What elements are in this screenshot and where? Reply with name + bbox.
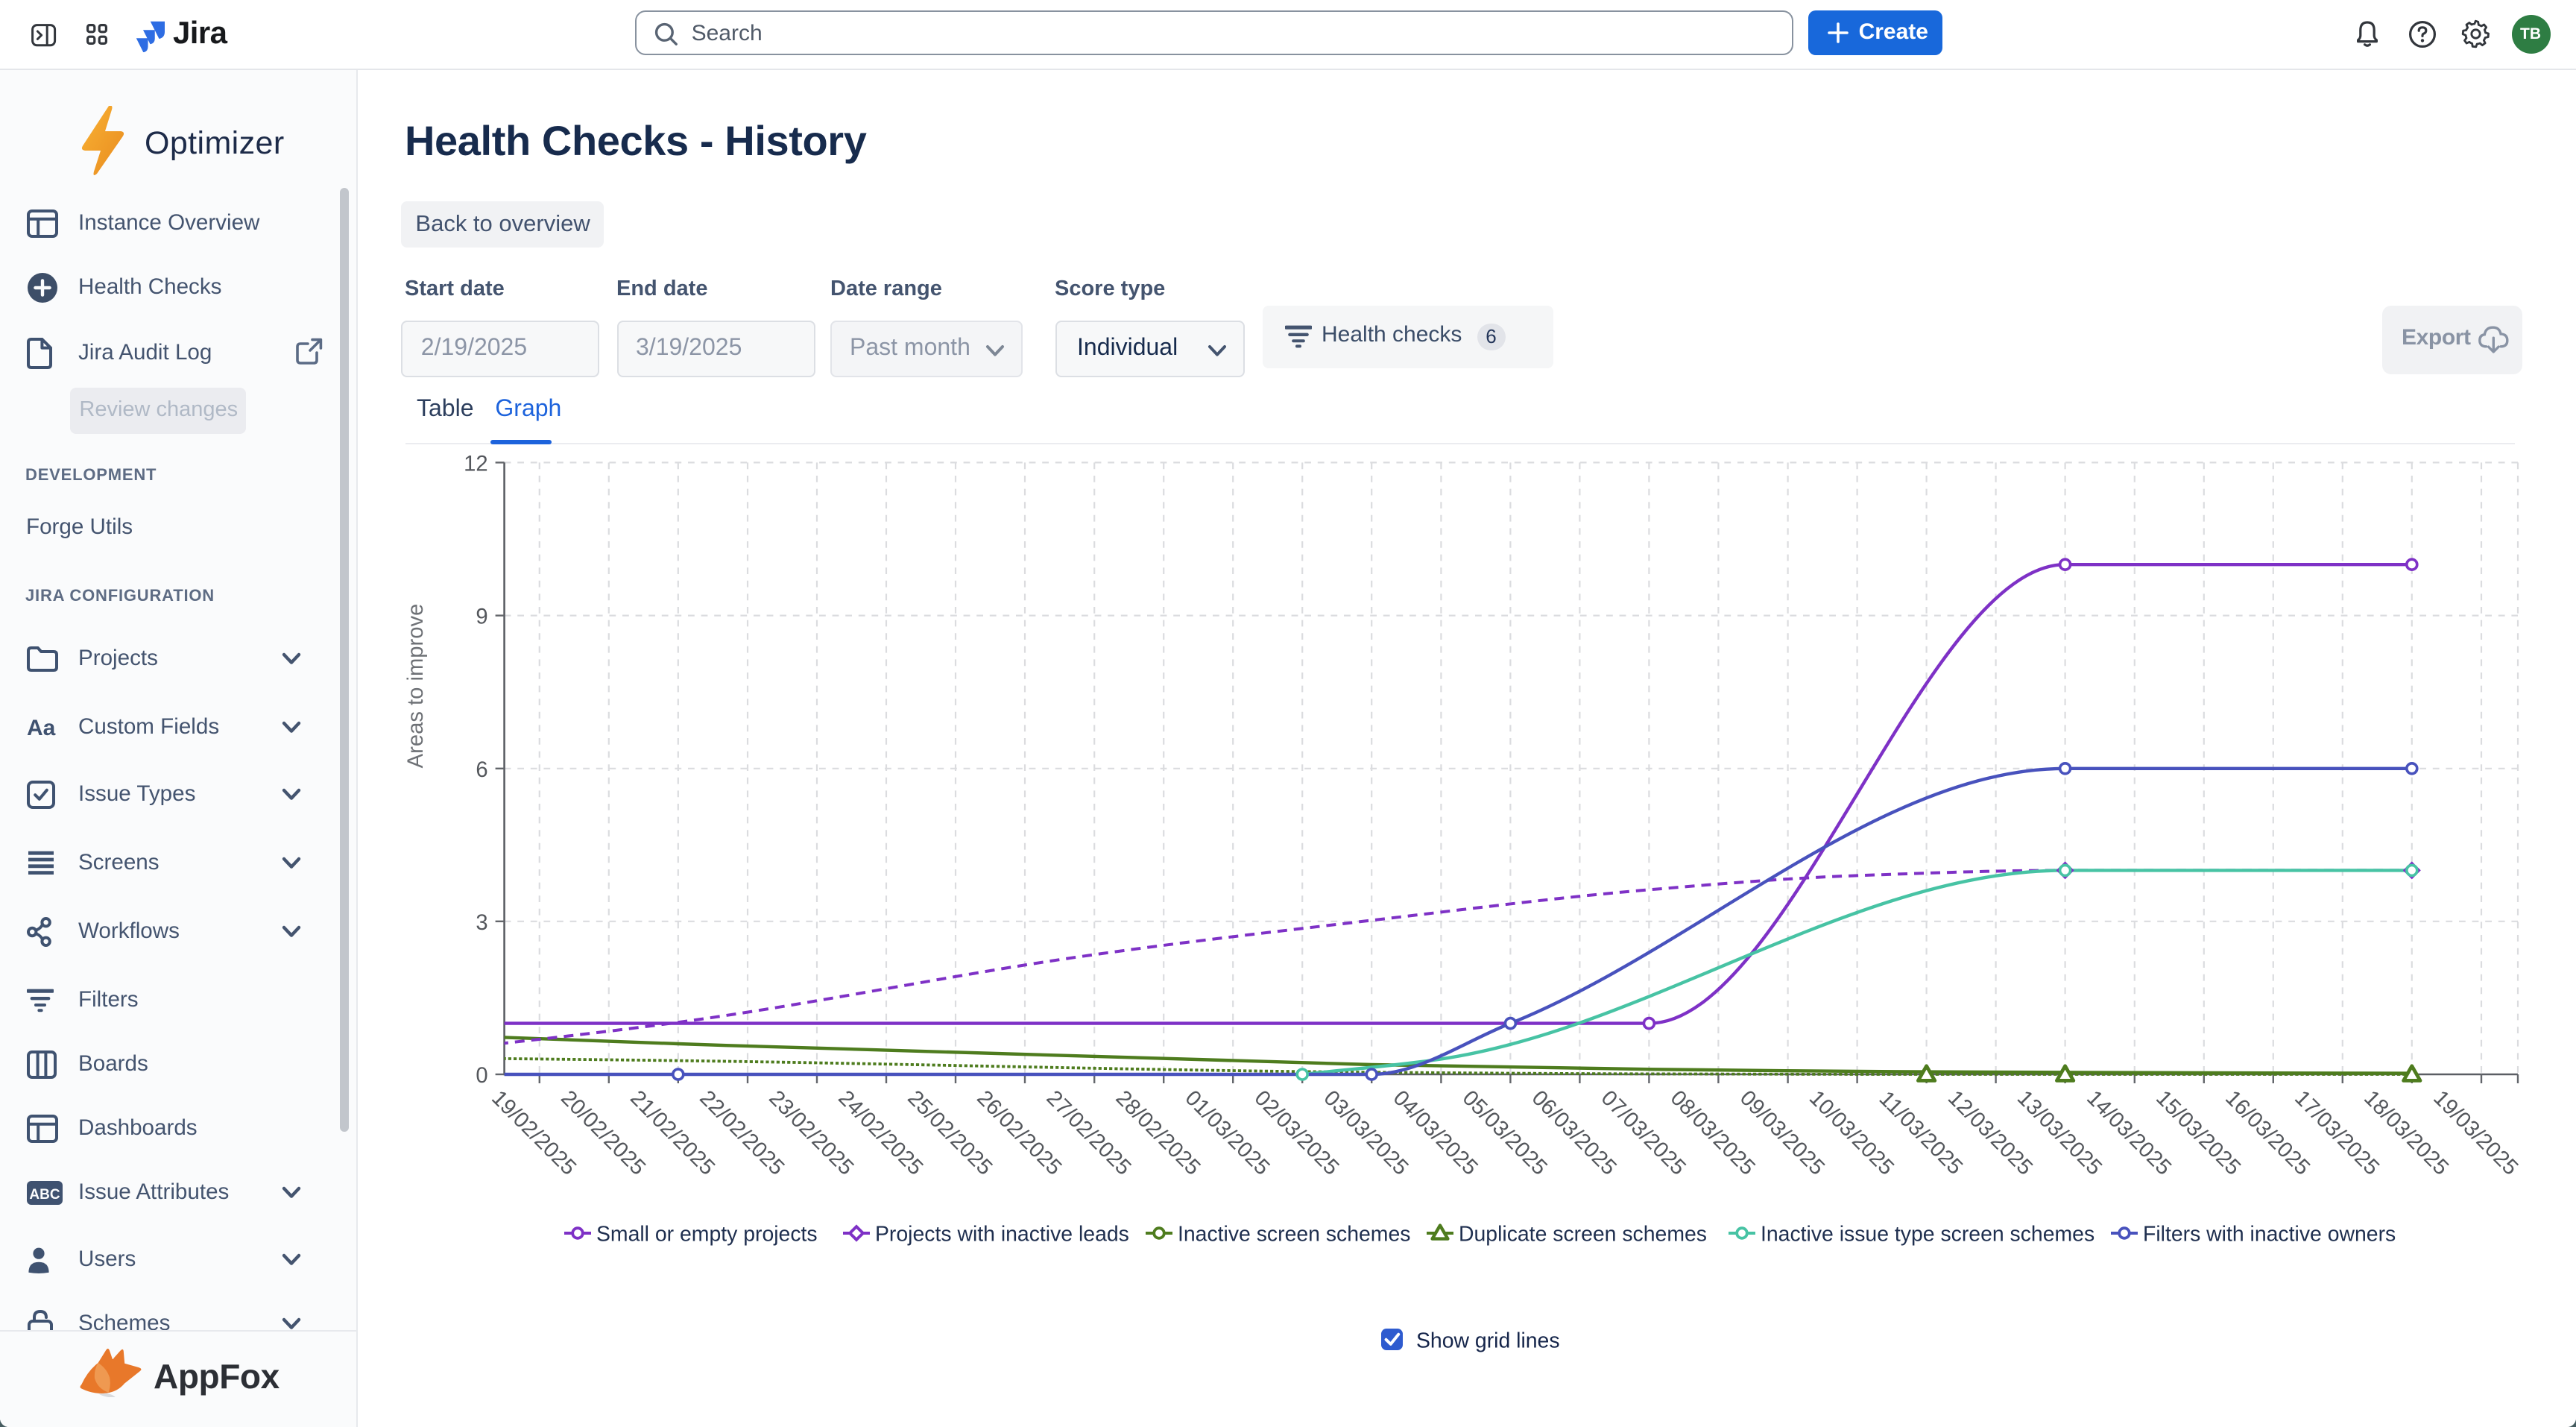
svg-text:6: 6 — [476, 758, 487, 782]
svg-text:Areas to improve: Areas to improve — [404, 604, 428, 769]
svg-text:Inactive screen schemes: Inactive screen schemes — [1178, 1223, 1410, 1247]
svg-text:12: 12 — [464, 452, 487, 476]
svg-text:Duplicate screen schemes: Duplicate screen schemes — [1459, 1223, 1707, 1247]
svg-text:Show grid lines: Show grid lines — [1416, 1329, 1560, 1353]
svg-text:0: 0 — [476, 1064, 487, 1088]
svg-text:Filters with inactive owners: Filters with inactive owners — [2143, 1223, 2396, 1247]
svg-text:9: 9 — [476, 605, 487, 629]
svg-text:Inactive issue type screen sch: Inactive issue type screen schemes — [1761, 1223, 2094, 1247]
svg-text:3: 3 — [476, 911, 487, 935]
svg-text:Small or empty projects: Small or empty projects — [596, 1223, 818, 1247]
svg-text:Projects with inactive leads: Projects with inactive leads — [875, 1223, 1129, 1247]
